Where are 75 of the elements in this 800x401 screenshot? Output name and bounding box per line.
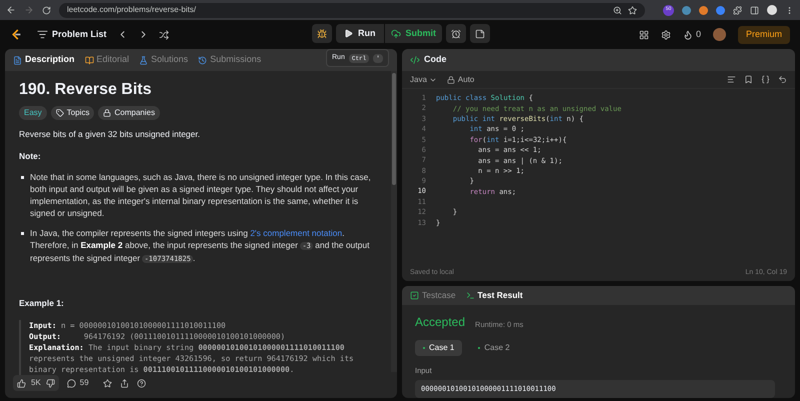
problem-list-link[interactable]: Problem List [52,28,107,42]
note-icon [475,28,485,38]
address-bar[interactable]: leetcode.com/problems/reverse-bits/ [59,2,645,18]
notes-button[interactable] [470,24,490,43]
streak-icon[interactable] [682,30,693,40]
profile-avatar[interactable] [767,5,777,15]
layout-icon[interactable] [638,30,649,40]
reload-icon[interactable] [42,6,51,14]
settings-icon[interactable] [660,30,671,40]
like-count: 5K [31,377,41,389]
user-avatar[interactable] [712,28,726,41]
logo-icon[interactable] [10,28,23,41]
panel-tab[interactable]: Description [13,53,75,67]
code-icon [410,55,420,65]
language-dropdown[interactable]: Java [410,74,437,86]
cloud-upload-icon [390,28,400,38]
thumbs-up-icon[interactable] [17,378,26,388]
tag-chip[interactable]: Topics [50,106,94,120]
debug-button[interactable] [312,24,332,43]
case-tab[interactable]: Case 1 [415,340,462,356]
premium-button[interactable]: Premium [738,26,790,44]
panel-title: Code [424,53,446,66]
list-icon[interactable] [37,29,48,40]
panel-tab[interactable]: Test Result [466,289,523,302]
thumbs-down-icon[interactable] [46,378,55,388]
alarm-clock-icon [451,28,461,38]
difficulty-badge[interactable]: Easy [19,106,47,120]
braces-icon[interactable] [761,75,770,84]
checkbox-icon [410,291,419,300]
panel-tab[interactable]: Editorial [84,53,130,67]
share-icon[interactable] [120,378,129,388]
comment-count: 59 [80,377,89,389]
tab-icon [13,56,22,64]
case-tab[interactable]: Case 2 [470,340,518,356]
tag-icon [56,109,64,117]
submit-button[interactable]: Submit [384,24,442,43]
tab-icon [198,56,208,64]
panel-tab[interactable]: Submissions [198,53,262,67]
tab-icon [84,56,94,64]
terminal-icon [466,291,475,300]
bug-icon [317,28,327,38]
bookmark-icon[interactable] [744,75,753,84]
tag-chip[interactable]: Companies [98,106,160,120]
extensions-icon[interactable] [733,6,742,14]
timer-button[interactable] [446,24,466,43]
run-button[interactable]: Run [336,24,384,43]
format-icon[interactable] [727,75,736,84]
verdict-text: Accepted [415,314,466,331]
side-panel-icon[interactable] [750,6,759,14]
url-text: leetcode.com/problems/reverse-bits/ [67,4,197,16]
complement-notation-link[interactable]: 2's complement notation [250,228,342,238]
panel-tab[interactable]: Solutions [139,53,188,67]
play-icon [344,29,353,38]
comment-icon[interactable] [66,378,76,388]
problem-title: 190. Reverse Bits [19,80,153,100]
bullet-icon [21,232,24,235]
streak-count: 0 [696,28,701,41]
panel-tab[interactable]: Testcase [410,289,456,302]
reset-icon[interactable] [778,75,787,84]
bullet-icon [21,176,24,179]
shuffle-icon[interactable] [158,30,169,40]
lock-icon [446,76,455,84]
note-paragraph: Note that in some languages, such as Java, there is no unsigned integer type. In this case, both input and output will be given as a signed integer type. They should not affect your implementation, as the integer's internal binary representation is the same, whether it is signed or unsigned. [30,170,372,219]
problem-statement: Reverse bits of a given 32 bits unsigned integer. [19,128,201,140]
back-icon[interactable] [6,5,16,15]
tab-icon [139,56,148,64]
favorite-star-icon[interactable] [102,378,112,388]
note-heading: Note: [19,150,42,163]
lock-icon [103,109,112,117]
scrollbar[interactable] [391,71,397,372]
help-icon[interactable] [136,378,146,388]
mode-label: Auto [458,74,474,86]
zoom-icon[interactable] [613,6,622,14]
bookmark-star-icon[interactable] [628,6,637,14]
example-heading: Example 1: [19,296,65,310]
